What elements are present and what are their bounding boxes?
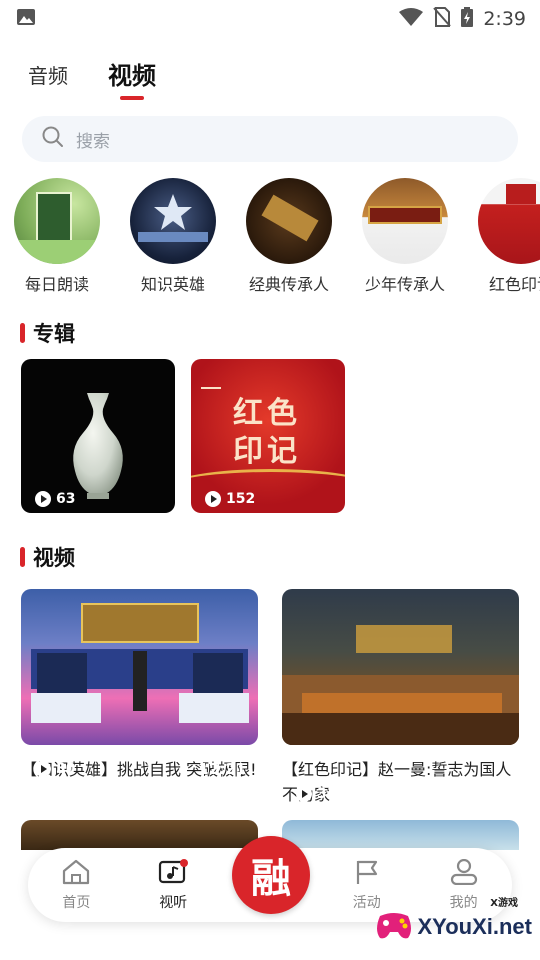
category-classic-inheritor[interactable]: 经典传承人 — [246, 178, 332, 295]
album-card-red-mark[interactable]: 红色 印记 152 — [191, 359, 345, 513]
tab-audio-label: 音频 — [28, 64, 68, 88]
play-count-value: 152 — [226, 491, 256, 507]
play-icon — [205, 491, 221, 507]
vase-image — [73, 393, 123, 499]
section-title-text: 视频 — [33, 546, 75, 570]
search-placeholder: 搜索 — [76, 131, 110, 152]
center-rong-button[interactable]: 融 — [232, 836, 310, 914]
play-icon — [35, 761, 51, 777]
top-tabs: 音频 视频 — [28, 58, 156, 100]
video-duration: 12:21 — [198, 760, 246, 778]
no-sim-icon — [433, 7, 452, 31]
play-count-value: 63 — [56, 491, 76, 507]
album-play-count: 63 — [35, 491, 75, 507]
battery-charging-icon — [461, 7, 474, 31]
watermark-small-text: X游戏 — [490, 898, 518, 909]
screen: 2:39 音频 视频 搜索 每日朗读 知识英雄 经典传承人 少年传承人 红色印 … — [0, 0, 540, 960]
nav-label: 视听 — [159, 894, 188, 911]
nav-home[interactable]: 首页 — [28, 859, 125, 912]
search-icon — [42, 126, 64, 152]
video-meta: 31 04:00 — [296, 785, 507, 803]
active-tab-indicator — [120, 96, 144, 100]
home-icon — [61, 859, 91, 889]
nav-activity[interactable]: 活动 — [318, 859, 415, 912]
category-knowledge-hero-image — [130, 178, 216, 264]
watermark-text: XYouXi.net — [417, 914, 533, 939]
section-marker — [20, 547, 25, 567]
album-thumb-line-1: 红色 — [233, 396, 301, 431]
media-icon — [158, 858, 189, 889]
category-knowledge-hero[interactable]: 知识英雄 — [130, 178, 216, 295]
wifi-icon — [399, 8, 424, 30]
category-young-inheritor-image — [362, 178, 448, 264]
album-play-count: 152 — [205, 491, 255, 507]
nav-label: 首页 — [62, 894, 91, 911]
album-card-vase[interactable]: 63 — [21, 359, 175, 513]
video-card-partial[interactable] — [282, 820, 519, 850]
videos-section-title: 视频 — [20, 542, 75, 572]
video-card-red-mark[interactable]: 31 04:00 【红色印记】赵一曼:誓志为国人不为家 — [282, 589, 519, 807]
section-title-text: 专辑 — [33, 322, 75, 346]
status-bar: 2:39 — [0, 0, 540, 38]
tab-video[interactable]: 视频 — [108, 58, 156, 100]
category-label: 少年传承人 — [364, 275, 445, 294]
video-card-partial[interactable] — [21, 820, 258, 850]
category-red-mark-image — [478, 178, 540, 264]
video-duration: 04:00 — [459, 785, 507, 803]
category-daily-reading-image — [14, 178, 100, 264]
category-label: 经典传承人 — [248, 275, 329, 294]
video-thumbnail — [21, 589, 258, 745]
category-label: 知识英雄 — [140, 275, 205, 294]
play-count-value: 31 — [317, 786, 337, 802]
video-card-knowledge-hero[interactable]: 30 12:21 【知识英雄】挑战自我 突破极限! — [21, 589, 258, 782]
category-label: 每日朗读 — [24, 275, 89, 294]
category-classic-inheritor-image — [246, 178, 332, 264]
video-meta: 30 12:21 — [35, 760, 246, 778]
user-icon — [449, 858, 479, 889]
album-thumb-line-2: 印记 — [233, 434, 301, 469]
tab-audio[interactable]: 音频 — [28, 58, 68, 94]
category-daily-reading[interactable]: 每日朗读 — [14, 178, 100, 295]
category-young-inheritor[interactable]: 少年传承人 — [362, 178, 448, 295]
watermark: XYouXi.net X游戏 — [374, 898, 533, 946]
nav-media[interactable]: 视听 — [125, 858, 222, 912]
play-icon — [35, 491, 51, 507]
flag-icon — [352, 859, 382, 889]
tab-video-label: 视频 — [108, 62, 156, 90]
section-marker — [20, 323, 25, 343]
gamepad-logo-icon — [374, 908, 414, 946]
status-time: 2:39 — [483, 8, 526, 30]
category-red-mark[interactable]: 红色印记 — [478, 178, 540, 295]
image-notification-icon — [16, 8, 36, 30]
category-row: 每日朗读 知识英雄 经典传承人 少年传承人 红色印记 — [14, 178, 540, 295]
category-label: 红色印记 — [488, 275, 540, 294]
video-thumbnail — [282, 589, 519, 745]
search-input[interactable]: 搜索 — [22, 116, 518, 162]
albums-section-title: 专辑 — [20, 318, 75, 348]
album-thumb-title: 红色 印记 — [233, 395, 301, 471]
play-icon — [296, 786, 312, 802]
play-count-value: 30 — [56, 761, 76, 777]
